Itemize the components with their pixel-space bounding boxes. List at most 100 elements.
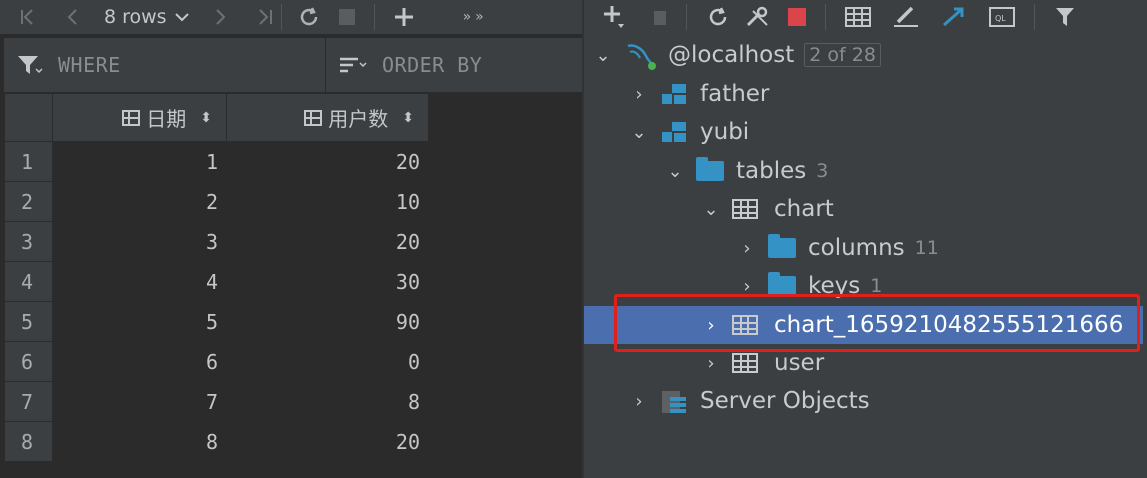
mysql-datasource-icon: [624, 40, 658, 70]
row-number-header: [4, 93, 53, 142]
sort-toggle-icon[interactable]: ⬍: [200, 110, 212, 126]
table-row[interactable]: 778: [4, 381, 429, 422]
table-cell[interactable]: 8: [52, 421, 227, 462]
server-objects-icon: [660, 389, 688, 413]
tree-node-label: yubi: [700, 119, 750, 145]
table-cell[interactable]: 30: [226, 261, 429, 302]
order-by-label: ORDER BY: [382, 53, 483, 77]
first-page-icon[interactable]: [20, 3, 36, 31]
table-cell[interactable]: 20: [226, 221, 429, 262]
chevron-down-icon[interactable]: ⌄: [628, 122, 650, 143]
tree-node-tables[interactable]: ⌄ tables 3: [664, 152, 828, 190]
add-row-icon[interactable]: [393, 3, 415, 31]
table-cell[interactable]: 0: [226, 341, 429, 382]
query-console-icon[interactable]: QL: [988, 3, 1016, 31]
row-number: 7: [4, 381, 53, 422]
add-icon[interactable]: [602, 3, 626, 31]
column-header-label: 用户数: [328, 107, 389, 131]
row-number: 5: [4, 301, 53, 342]
folder-icon: [768, 234, 796, 258]
table-cell[interactable]: 10: [226, 181, 429, 222]
jump-icon[interactable]: [940, 3, 968, 31]
tree-node-label: chart: [774, 196, 834, 222]
tree-node-label: columns: [808, 235, 905, 261]
table-cell[interactable]: 1: [52, 141, 227, 182]
edit-icon[interactable]: [892, 3, 920, 31]
chevron-down-icon[interactable]: [174, 3, 189, 31]
refresh-icon[interactable]: [298, 3, 320, 31]
tree-node-label: father: [700, 81, 770, 107]
table-cell[interactable]: 5: [52, 301, 227, 342]
explorer-toolbar: QL: [584, 0, 1147, 34]
last-page-icon[interactable]: [257, 3, 273, 31]
schema-count-badge[interactable]: 2 of 28: [804, 43, 881, 67]
stop-icon[interactable]: [787, 3, 807, 31]
table-row[interactable]: 4 4 30: [4, 261, 429, 302]
order-by-filter[interactable]: ORDER BY: [326, 53, 482, 77]
table-icon: [732, 199, 758, 219]
settings-wrench-icon[interactable]: [745, 3, 771, 31]
table-row[interactable]: 5 5 90: [4, 301, 429, 342]
filter-icon[interactable]: [1055, 3, 1075, 31]
where-filter[interactable]: WHERE: [4, 38, 326, 92]
schema-icon: [660, 120, 688, 144]
tree-node-chart[interactable]: ⌄ chart: [700, 190, 834, 228]
row-number: 3: [4, 221, 53, 262]
row-number: 4: [4, 261, 53, 302]
tree-node-count: 11: [914, 237, 939, 259]
more-actions-secondary-icon[interactable]: »: [475, 3, 484, 31]
table-cell[interactable]: 7: [52, 381, 227, 422]
next-page-icon[interactable]: [215, 3, 227, 31]
chevron-right-icon[interactable]: ›: [736, 238, 758, 259]
prev-page-icon[interactable]: [66, 3, 78, 31]
table-cell[interactable]: 3: [52, 221, 227, 262]
column-header-date[interactable]: 日期 ⬍: [52, 93, 227, 142]
chevron-down-icon[interactable]: ⌄: [700, 199, 722, 220]
tree-node-columns[interactable]: › columns 11: [736, 229, 939, 267]
table-cell[interactable]: 2: [52, 181, 227, 222]
sort-toggle-icon[interactable]: ⬍: [402, 110, 414, 126]
column-icon: [304, 109, 323, 126]
table-icon: [732, 353, 758, 373]
folder-icon: [768, 272, 796, 296]
copy-icon[interactable]: [652, 3, 670, 31]
table-view-icon[interactable]: [844, 3, 872, 31]
folder-icon: [696, 157, 724, 181]
tree-node-localhost[interactable]: ⌄ @localhost 2 of 28: [592, 36, 881, 74]
chevron-down-icon[interactable]: ⌄: [592, 45, 614, 66]
row-number: 1: [4, 141, 53, 182]
chevron-down-icon[interactable]: ⌄: [664, 161, 686, 182]
table-cell[interactable]: 6: [52, 341, 227, 382]
column-header-user-count[interactable]: 用户数 ⬍: [226, 93, 429, 142]
table-row[interactable]: 1 1 20: [4, 141, 429, 182]
more-actions-icon[interactable]: »: [463, 3, 472, 31]
column-icon: [122, 109, 141, 126]
table-cell[interactable]: 4: [52, 261, 227, 302]
table-row[interactable]: 2 2 10: [4, 181, 429, 222]
refresh-icon[interactable]: [707, 3, 729, 31]
row-number: 8: [4, 421, 53, 462]
svg-text:QL: QL: [995, 14, 1006, 23]
table-row[interactable]: 3 3 20: [4, 221, 429, 262]
tree-node-yubi[interactable]: ⌄ yubi: [628, 113, 749, 151]
table-cell[interactable]: 8: [226, 381, 429, 422]
tree-node-label: Server Objects: [700, 388, 870, 414]
table-row[interactable]: 660: [4, 341, 429, 382]
chevron-right-icon[interactable]: ›: [628, 84, 650, 105]
chevron-right-icon[interactable]: ›: [628, 391, 650, 412]
result-toolbar: 8 rows » »: [0, 0, 582, 35]
table-cell[interactable]: 90: [226, 301, 429, 342]
filter-icon: [18, 56, 43, 74]
tree-node-label: user: [774, 350, 825, 376]
tree-node-father[interactable]: › father: [628, 75, 769, 113]
chevron-right-icon[interactable]: ›: [700, 353, 722, 374]
rows-selector[interactable]: 8 rows: [104, 6, 167, 28]
column-header-label: 日期: [146, 107, 187, 131]
tree-node-server-objects[interactable]: › Server Objects: [628, 382, 870, 420]
table-cell[interactable]: 20: [226, 421, 429, 462]
stop-icon[interactable]: [338, 3, 356, 31]
result-pane: 8 rows » » WHERE ORDER BY 日期 ⬍ 用户数 ⬍ 1 1…: [0, 0, 584, 478]
table-cell[interactable]: 20: [226, 141, 429, 182]
row-number: 6: [4, 341, 53, 382]
table-row[interactable]: 8 8 20: [4, 421, 429, 462]
